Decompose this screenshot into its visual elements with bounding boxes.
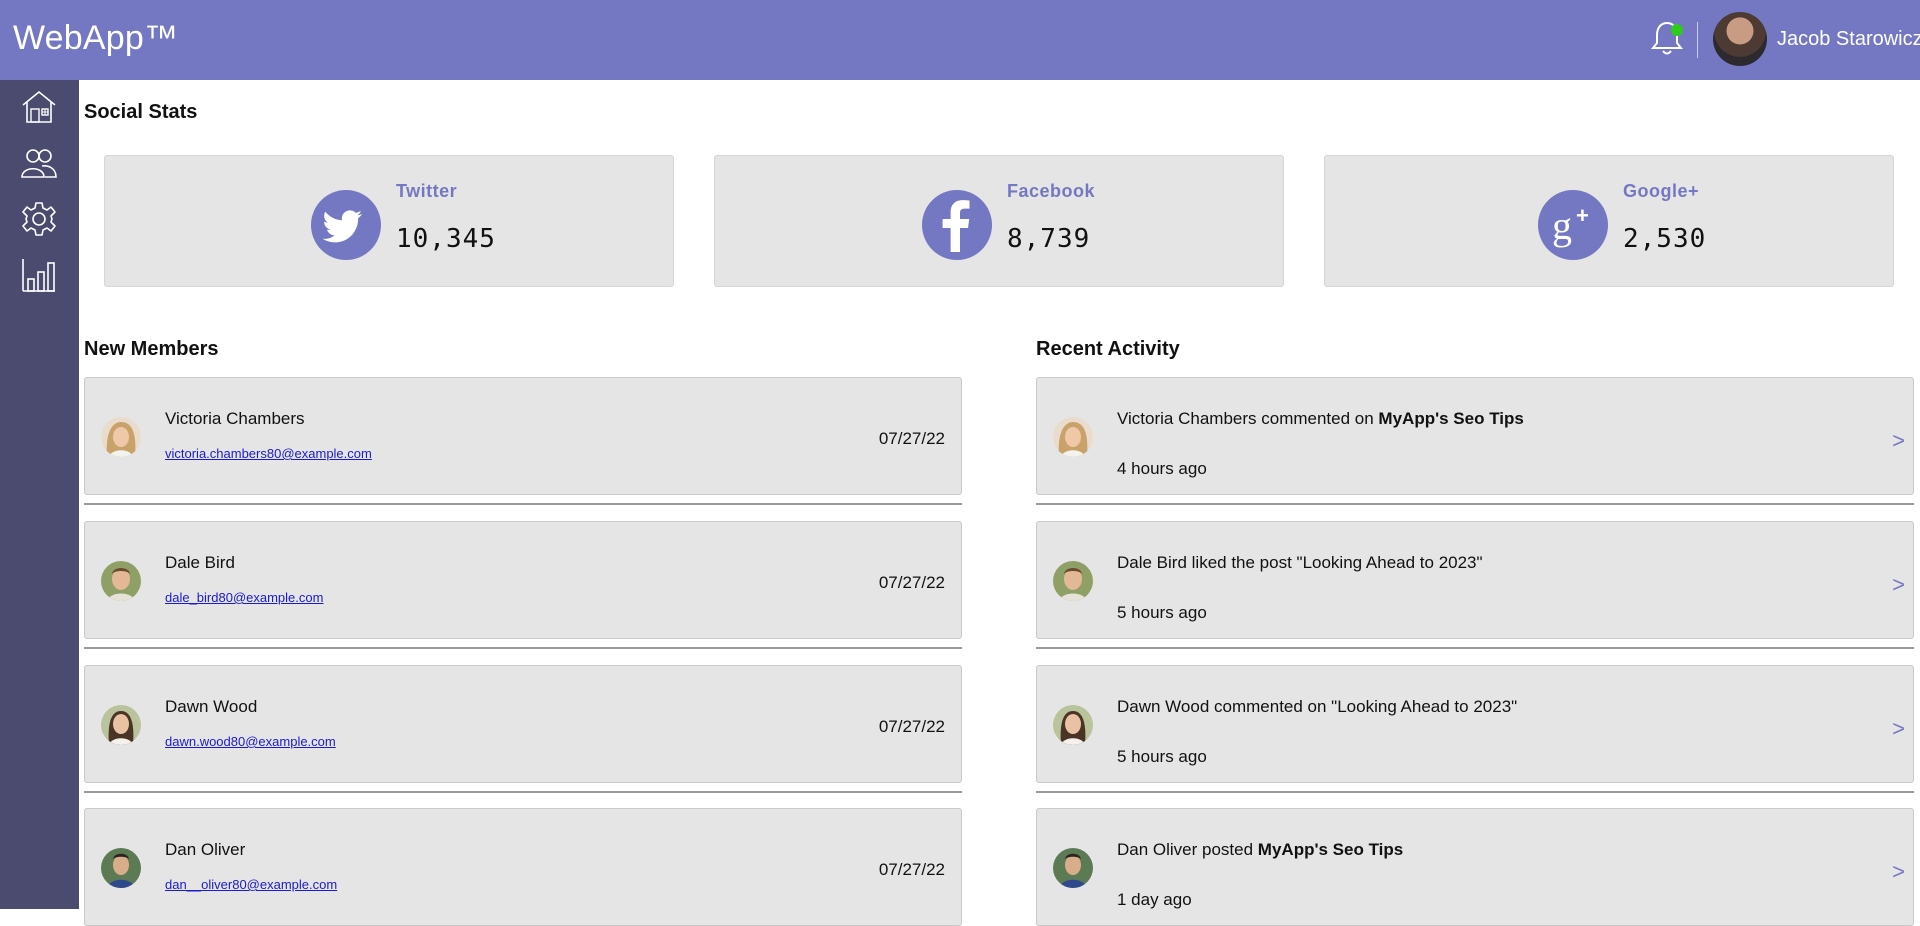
member-row[interactable]: Dale Bird dale_bird80@example.com 07/27/…: [84, 521, 962, 639]
activity-subject: MyApp's Seo Tips: [1378, 409, 1524, 428]
google-plus-label: Google+: [1623, 181, 1700, 201]
member-row[interactable]: Dan Oliver dan__oliver80@example.com 07/…: [84, 808, 962, 926]
chevron-right-icon[interactable]: >: [1892, 716, 1905, 742]
activity-text: Victoria Chambers commented on MyApp's S…: [1117, 409, 1524, 428]
activity-row[interactable]: Dan Oliver posted MyApp's Seo Tips 1 day…: [1036, 808, 1914, 926]
users-icon[interactable]: [20, 144, 58, 182]
chevron-right-icon[interactable]: >: [1892, 859, 1905, 885]
user-avatar[interactable]: [1713, 12, 1767, 66]
activity-avatar: [1053, 561, 1093, 601]
member-date: 07/27/22: [878, 860, 945, 879]
user-name[interactable]: Jacob Starowicz: [1777, 28, 1920, 51]
activity-text: Dale Bird liked the post "Looking Ahead …: [1117, 553, 1483, 572]
new-members-title: New Members: [84, 338, 219, 360]
facebook-card: Facebook 8,739: [714, 155, 1284, 287]
google-plus-card: g + Google+ 2,530: [1324, 155, 1894, 287]
activity-time: 1 day ago: [1117, 890, 1192, 909]
recent-activity-title: Recent Activity: [1036, 338, 1180, 360]
twitter-count: 10,345: [396, 224, 496, 254]
member-date: 07/27/22: [878, 429, 945, 448]
activity-row[interactable]: Dawn Wood commented on "Looking Ahead to…: [1036, 665, 1914, 783]
member-row[interactable]: Victoria Chambers victoria.chambers80@ex…: [84, 377, 962, 495]
google-plus-count: 2,530: [1623, 224, 1707, 254]
chevron-right-icon[interactable]: >: [1892, 572, 1905, 598]
social-stats-title: Social Stats: [84, 101, 198, 123]
row-divider: [1036, 647, 1914, 649]
activity-text: Dawn Wood commented on "Looking Ahead to…: [1117, 697, 1518, 716]
member-date: 07/27/22: [878, 717, 945, 736]
member-avatar: [101, 417, 141, 457]
member-row[interactable]: Dawn Wood dawn.wood80@example.com 07/27/…: [84, 665, 962, 783]
notification-badge: [1671, 24, 1683, 36]
twitter-label: Twitter: [396, 181, 458, 201]
google-plus-icon: g +: [1538, 190, 1608, 260]
sidebar: [0, 80, 79, 909]
gear-icon[interactable]: [20, 200, 58, 238]
member-name: Dawn Wood: [165, 697, 258, 716]
activity-avatar: [1053, 705, 1093, 745]
member-name: Dale Bird: [165, 553, 235, 572]
svg-text:+: +: [1576, 203, 1589, 228]
member-name: Victoria Chambers: [165, 409, 305, 428]
activity-row[interactable]: Dale Bird liked the post "Looking Ahead …: [1036, 521, 1914, 639]
member-email-link[interactable]: victoria.chambers80@example.com: [165, 446, 372, 461]
member-avatar: [101, 705, 141, 745]
row-divider: [84, 791, 962, 793]
twitter-card: Twitter 10,345: [104, 155, 674, 287]
activity-time: 5 hours ago: [1117, 747, 1207, 766]
top-bar: WebApp™ Jacob Starowicz: [0, 0, 1920, 80]
app-logo[interactable]: WebApp™: [13, 19, 178, 58]
member-email-link[interactable]: dan__oliver80@example.com: [165, 877, 337, 892]
activity-avatar: [1053, 417, 1093, 457]
member-email-link[interactable]: dawn.wood80@example.com: [165, 734, 336, 749]
activity-time: 5 hours ago: [1117, 603, 1207, 622]
row-divider: [84, 647, 962, 649]
member-email-link[interactable]: dale_bird80@example.com: [165, 590, 323, 605]
row-divider: [1036, 791, 1914, 793]
activity-avatar: [1053, 848, 1093, 888]
home-icon[interactable]: [20, 88, 58, 126]
facebook-icon: [922, 190, 992, 260]
member-date: 07/27/22: [878, 573, 945, 592]
chevron-right-icon[interactable]: >: [1892, 428, 1905, 454]
row-divider: [84, 503, 962, 505]
member-avatar: [101, 848, 141, 888]
svg-text:g: g: [1552, 203, 1572, 248]
member-avatar: [101, 561, 141, 601]
member-name: Dan Oliver: [165, 840, 246, 859]
bar-chart-icon[interactable]: [20, 256, 58, 294]
activity-row[interactable]: Victoria Chambers commented on MyApp's S…: [1036, 377, 1914, 495]
activity-subject: MyApp's Seo Tips: [1257, 840, 1404, 859]
row-divider: [1036, 503, 1914, 505]
facebook-count: 8,739: [1007, 224, 1091, 254]
facebook-label: Facebook: [1007, 181, 1096, 201]
activity-time: 4 hours ago: [1117, 459, 1207, 478]
twitter-icon: [311, 190, 381, 260]
header-divider: [1697, 22, 1698, 58]
activity-text: Dan Oliver posted MyApp's Seo Tips: [1117, 840, 1404, 859]
